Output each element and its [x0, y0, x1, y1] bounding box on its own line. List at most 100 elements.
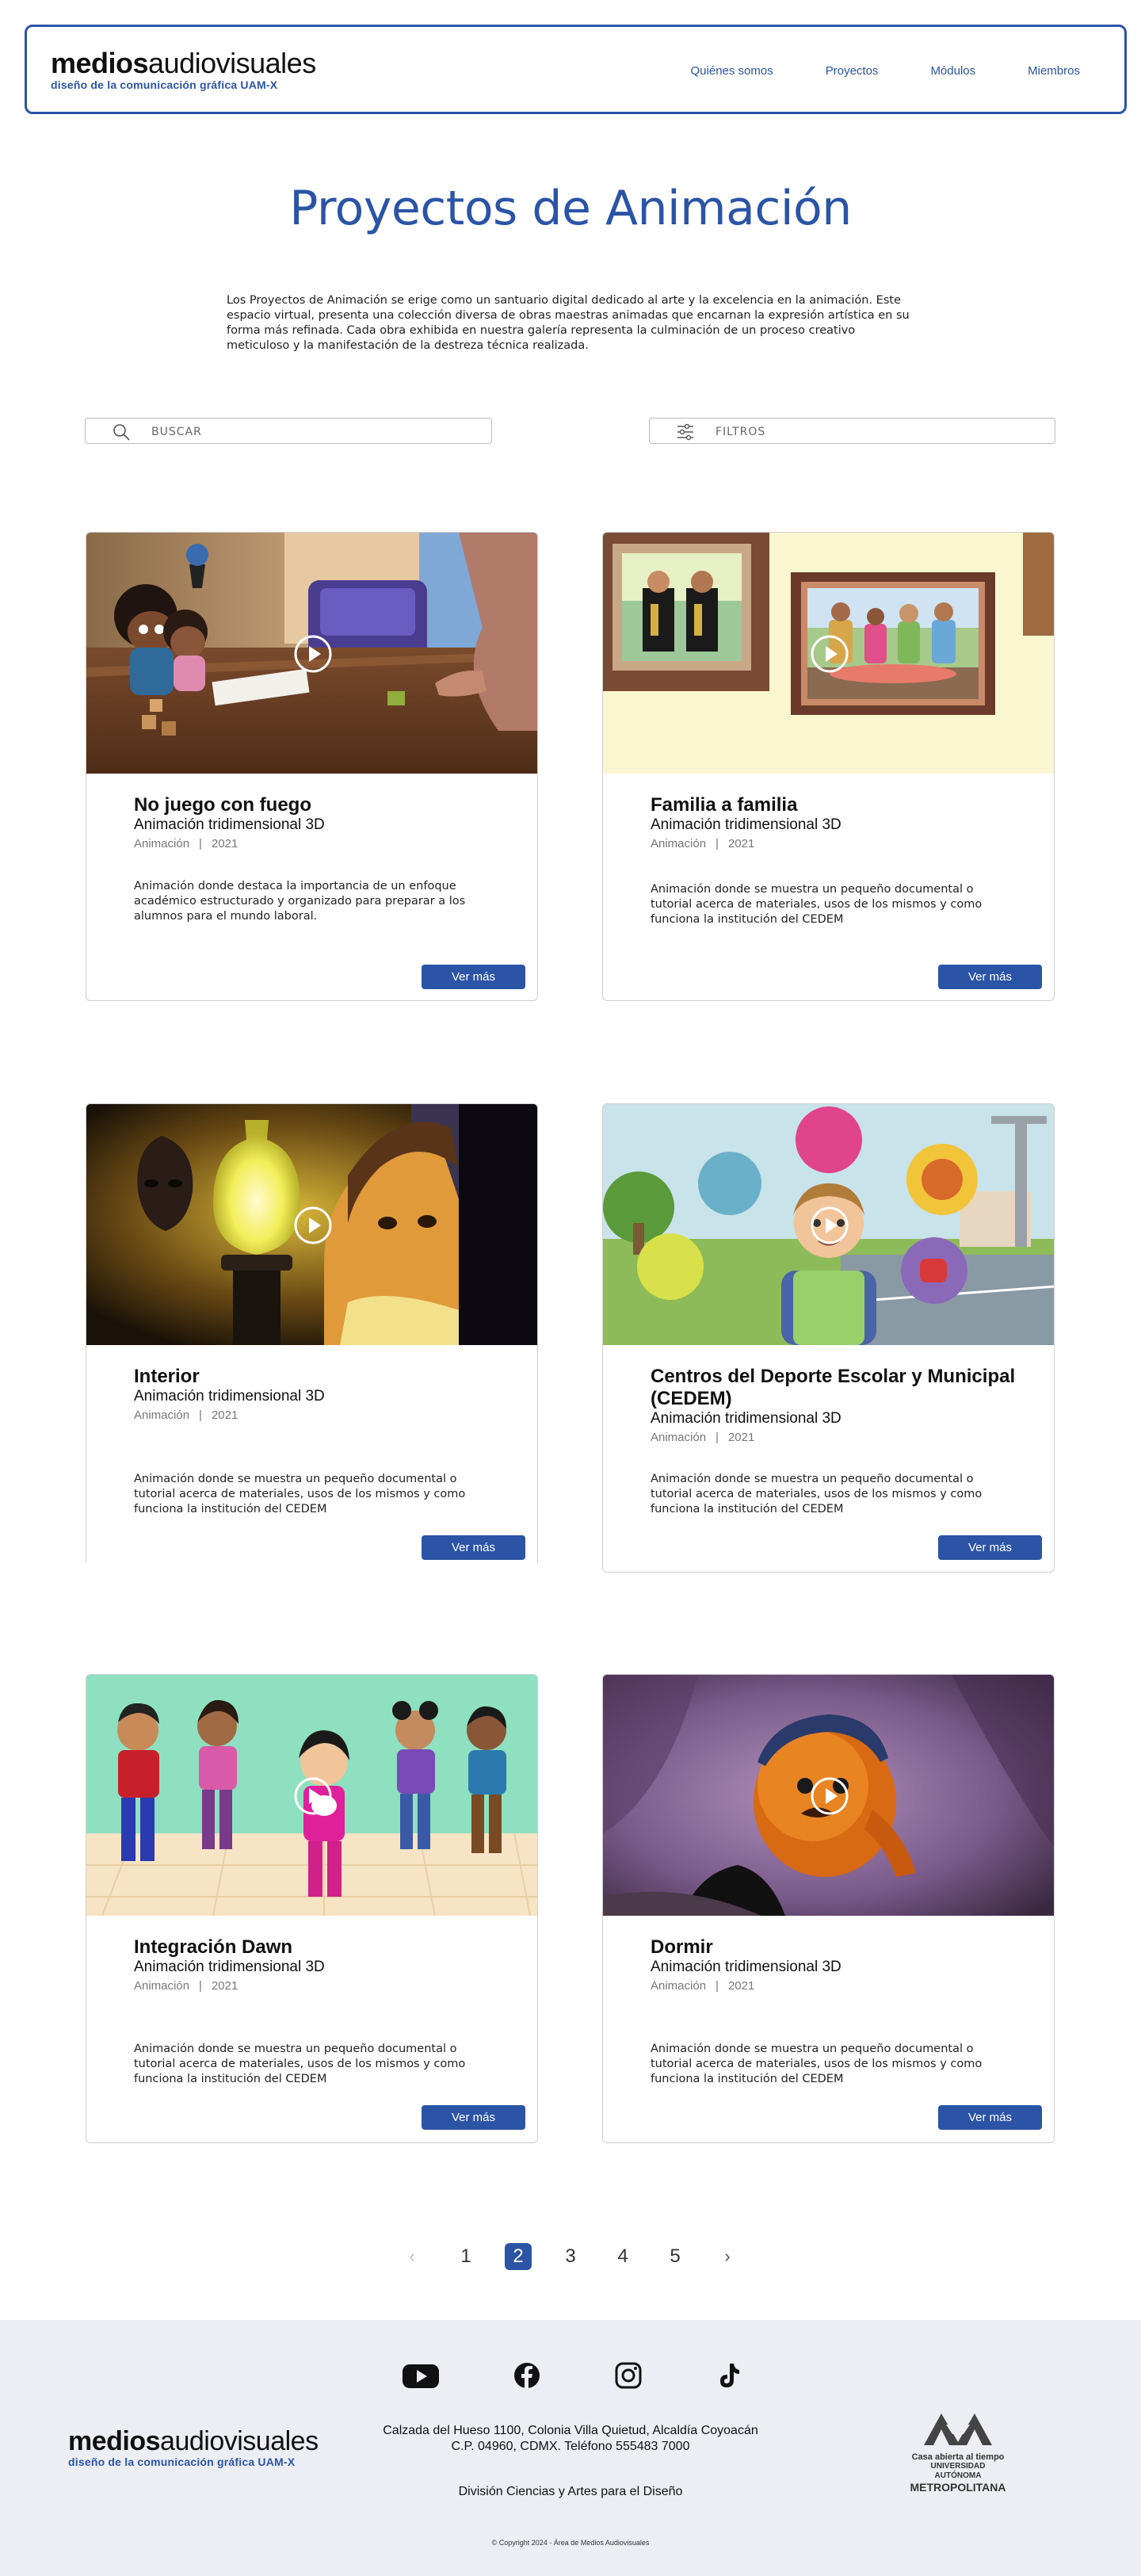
- project-card: Centros del Deporte Escolar y Municipal …: [602, 1103, 1055, 1573]
- card-description: Animación donde se muestra un pequeño do…: [651, 1473, 983, 1515]
- search-input[interactable]: BUSCAR: [85, 418, 492, 444]
- play-icon[interactable]: [293, 634, 333, 674]
- card-description: Animación donde se muestra un pequeño do…: [651, 2043, 983, 2085]
- card-title[interactable]: Centros del Deporte Escolar y Municipal …: [651, 1366, 1031, 1410]
- sliders-icon: [677, 423, 693, 441]
- pagination-page[interactable]: 3: [557, 2243, 584, 2270]
- card-title[interactable]: Familia a familia: [651, 794, 1031, 816]
- filters-button[interactable]: FILTROS: [649, 418, 1055, 444]
- card-description: Animación donde se muestra un pequeño do…: [651, 883, 983, 926]
- pagination-page-current[interactable]: 2: [505, 2243, 532, 2270]
- card-year: 2021: [727, 1431, 755, 1444]
- ver-mas-button[interactable]: Ver más: [938, 965, 1042, 989]
- site-header: mediosaudiovisuales diseño de la comunic…: [25, 25, 1127, 114]
- meta-separator: |: [199, 837, 202, 850]
- pagination-page[interactable]: 4: [609, 2243, 636, 2270]
- nav-link-modulos[interactable]: Módulos: [930, 64, 975, 78]
- card-subtitle: Animación tridimensional 3D: [134, 816, 325, 833]
- card-description: Animación donde destaca la importancia d…: [134, 880, 466, 923]
- instagram-icon[interactable]: [609, 2361, 648, 2390]
- project-card: Dormir Animación tridimensional 3D Anima…: [602, 1674, 1055, 2143]
- card-meta: Animación | 2021: [651, 1979, 754, 1993]
- pagination-page[interactable]: 5: [662, 2243, 689, 2270]
- ver-mas-button[interactable]: Ver más: [422, 1535, 525, 1560]
- youtube-icon[interactable]: [401, 2361, 441, 2390]
- project-thumbnail[interactable]: [86, 1104, 537, 1345]
- ver-mas-button[interactable]: Ver más: [422, 2105, 525, 2130]
- card-description: Animación donde se muestra un pequeño do…: [134, 1473, 466, 1515]
- card-meta: Animación | 2021: [651, 837, 754, 850]
- ver-mas-button[interactable]: Ver más: [938, 1535, 1042, 1560]
- project-thumbnail[interactable]: [603, 533, 1054, 774]
- project-thumbnail[interactable]: [603, 1675, 1054, 1916]
- card-year: 2021: [727, 1979, 755, 1993]
- meta-separator: |: [716, 837, 719, 850]
- project-thumbnail[interactable]: [603, 1104, 1054, 1345]
- facebook-icon[interactable]: [507, 2361, 547, 2390]
- page-title: Proyectos de Animación: [289, 181, 852, 236]
- uam-name-line: METROPOLITANA: [910, 2481, 1006, 2494]
- footer-copyright: © Copyright 2024 - Área de Medios Audiov…: [491, 2539, 650, 2547]
- meta-separator: |: [716, 1431, 719, 1444]
- logo-wordmark: mediosaudiovisuales: [51, 47, 316, 79]
- card-category: Animación: [134, 837, 190, 850]
- pagination: ‹ 1 2 3 4 5 ›: [0, 2243, 1141, 2272]
- card-category: Animación: [134, 1979, 190, 1993]
- card-year: 2021: [211, 837, 239, 850]
- card-title[interactable]: Integración Dawn: [134, 1936, 514, 1959]
- uam-logo[interactable]: Casa abierta al tiempo UNIVERSIDAD AUTÓN…: [908, 2410, 1008, 2494]
- card-meta: Animación | 2021: [134, 837, 238, 850]
- tiktok-icon[interactable]: [709, 2361, 749, 2390]
- project-card: No juego con fuego Animación tridimensio…: [86, 532, 538, 1001]
- card-year: 2021: [727, 837, 755, 850]
- card-subtitle: Animación tridimensional 3D: [651, 816, 841, 833]
- logo-subtitle: diseño de la comunicación gráfica UAM-X: [68, 2456, 296, 2468]
- project-card: Integración Dawn Animación tridimensiona…: [86, 1674, 538, 2143]
- card-subtitle: Animación tridimensional 3D: [651, 1410, 841, 1427]
- ver-mas-button[interactable]: Ver más: [938, 2105, 1042, 2130]
- uam-name-line: UNIVERSIDAD AUTÓNOMA: [930, 2462, 986, 2480]
- meta-separator: |: [199, 1979, 202, 1993]
- card-category: Animación: [651, 1431, 707, 1444]
- project-thumbnail[interactable]: [86, 533, 537, 774]
- card-subtitle: Animación tridimensional 3D: [134, 1388, 325, 1405]
- page-intro: Los Proyectos de Animación se erige como…: [227, 294, 910, 352]
- card-title[interactable]: No juego con fuego: [134, 794, 514, 816]
- search-label: BUSCAR: [151, 426, 202, 438]
- project-thumbnail[interactable]: [86, 1675, 537, 1916]
- card-category: Animación: [134, 1408, 190, 1422]
- site-footer: mediosaudiovisuales diseño de la comunic…: [0, 2320, 1141, 2576]
- main-nav: Quiénes somos Proyectos Módulos Miembros: [639, 64, 1080, 78]
- nav-link-proyectos[interactable]: Proyectos: [826, 64, 879, 78]
- play-icon[interactable]: [293, 1206, 333, 1245]
- card-title[interactable]: Dormir: [651, 1936, 1031, 1959]
- card-year: 2021: [211, 1979, 239, 1993]
- pagination-page[interactable]: 1: [452, 2243, 479, 2270]
- project-card: Interior Animación tridimensional 3D Ani…: [86, 1103, 538, 1563]
- card-meta: Animación | 2021: [651, 1431, 754, 1444]
- filters-label: FILTROS: [716, 426, 766, 438]
- play-icon[interactable]: [293, 1776, 333, 1816]
- card-title[interactable]: Interior: [134, 1366, 514, 1388]
- play-icon[interactable]: [810, 634, 849, 674]
- ver-mas-button[interactable]: Ver más: [422, 965, 525, 989]
- search-icon: [113, 424, 130, 441]
- site-logo[interactable]: mediosaudiovisuales diseño de la comunic…: [51, 47, 316, 92]
- play-icon[interactable]: [810, 1776, 849, 1816]
- meta-separator: |: [199, 1408, 202, 1422]
- card-subtitle: Animación tridimensional 3D: [134, 1959, 325, 1975]
- uam-emblem-icon: [924, 2414, 992, 2445]
- card-meta: Animación | 2021: [134, 1979, 238, 1993]
- card-year: 2021: [211, 1408, 239, 1422]
- pagination-prev[interactable]: ‹: [399, 2243, 425, 2270]
- card-category: Animación: [651, 1979, 707, 1993]
- uam-tagline: Casa abierta al tiempo: [911, 2452, 1005, 2462]
- meta-separator: |: [716, 1979, 719, 1993]
- nav-link-quienes-somos[interactable]: Quiénes somos: [691, 64, 773, 78]
- pagination-next[interactable]: ›: [714, 2243, 741, 2270]
- card-category: Animación: [651, 837, 707, 850]
- nav-link-miembros[interactable]: Miembros: [1028, 64, 1080, 78]
- play-icon[interactable]: [810, 1206, 849, 1245]
- logo-subtitle: diseño de la comunicación gráfica UAM-X: [51, 78, 278, 91]
- card-meta: Animación | 2021: [134, 1408, 238, 1422]
